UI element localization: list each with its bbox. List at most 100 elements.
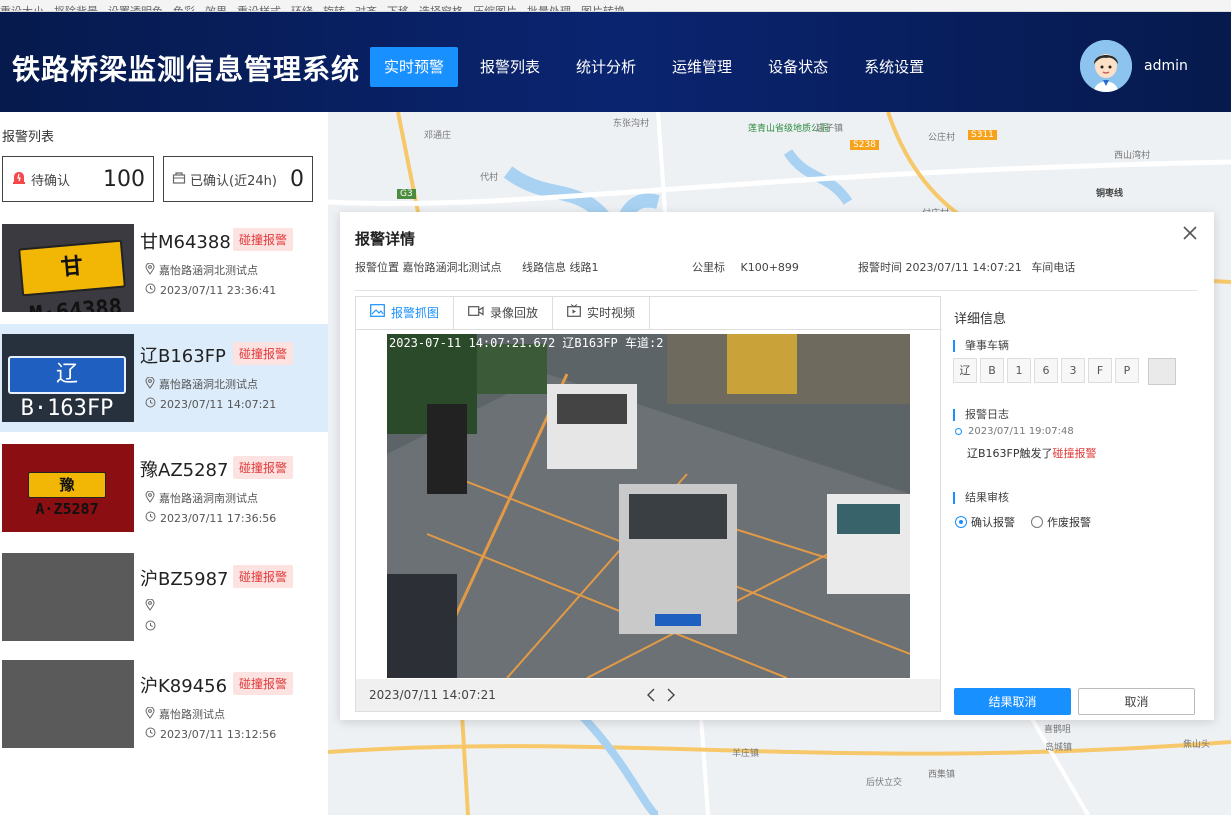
- location-pin-icon: [145, 262, 155, 278]
- cancel-button[interactable]: 取消: [1078, 688, 1195, 715]
- info-line-label: 线路信息: [522, 261, 566, 274]
- info-location: 报警位置 嘉怡路涵洞北测试点: [355, 259, 502, 275]
- chevron-right-icon[interactable]: [664, 685, 678, 705]
- alarm-bell-icon: [11, 169, 27, 189]
- live-tv-icon: [567, 297, 581, 329]
- alarm-type-badge: 碰撞报警: [233, 456, 294, 479]
- map-road-sign: S311: [968, 130, 997, 140]
- alarm-list-item[interactable]: 沪K89456 碰撞报警 嘉怡路测试点 2023/07/11 13:12:56: [0, 658, 328, 766]
- alarm-list-panel: 报警列表 待确认 100 已确认(近24h) 0 甘M·64388 甘M6438…: [0, 112, 328, 815]
- plate-extra-cell[interactable]: [1148, 358, 1176, 385]
- review-radio-group: 确认报警 作废报警: [955, 514, 1091, 530]
- radio-checked-icon: [955, 516, 967, 528]
- map-label: 西集镇: [928, 770, 956, 780]
- alarm-list-item[interactable]: 沪BZ5987 碰撞报警: [0, 551, 328, 659]
- timeline-dot-icon: [955, 428, 962, 435]
- divider: [355, 290, 1197, 291]
- section-vehicle-label: 肇事车辆: [953, 340, 1009, 352]
- plate-image: 豫A·Z5287: [28, 472, 106, 518]
- plate-char-cell[interactable]: 6: [1034, 358, 1058, 383]
- media-tabs: 报警抓图 录像回放 实时视频: [356, 297, 651, 329]
- clock-icon: [145, 283, 156, 297]
- map-label: 西山湾村: [1114, 151, 1151, 161]
- media-timestamp: 2023/07/11 14:07:21: [369, 688, 496, 702]
- info-line-value: 线路1: [569, 261, 599, 274]
- alarm-location: 嘉怡路涵洞南测试点: [145, 490, 258, 506]
- info-time: 报警时间 2023/07/11 14:07:21 车间电话: [858, 259, 1075, 275]
- section-log-label: 报警日志: [953, 409, 1009, 421]
- plate-char-cell[interactable]: 3: [1061, 358, 1085, 383]
- confirmed-count: 0: [290, 166, 304, 192]
- alarm-type-badge: 碰撞报警: [233, 565, 294, 588]
- image-icon: [370, 297, 385, 329]
- plate-char-cell[interactable]: B: [980, 358, 1004, 383]
- alarm-type-badge: 碰撞报警: [233, 342, 294, 365]
- plate-char-cell[interactable]: F: [1088, 358, 1112, 383]
- pending-stat[interactable]: 待确认 100: [2, 156, 154, 202]
- detail-title: 详细信息: [954, 312, 1007, 327]
- media-panel: 报警抓图 录像回放 实时视频 2023-07-11 14:07:21.672 辽…: [355, 296, 942, 712]
- location-pin-icon: [145, 706, 155, 722]
- user-avatar[interactable]: [1080, 40, 1132, 92]
- clock-icon: [145, 727, 156, 741]
- pending-count: 100: [103, 166, 145, 192]
- alarm-type-badge: 碰撞报警: [233, 228, 294, 251]
- nav-device-status[interactable]: 设备状态: [754, 47, 842, 87]
- plate-char-cell[interactable]: P: [1115, 358, 1139, 383]
- radio-label: 确认报警: [971, 516, 1015, 529]
- radio-label: 作废报警: [1047, 516, 1091, 529]
- alarm-list-item[interactable]: 甘M·64388 甘M64388 碰撞报警 嘉怡路涵洞北测试点 2023/07/…: [0, 222, 328, 330]
- main-nav: 实时预警 报警列表 统计分析 运维管理 设备状态 系统设置: [370, 47, 946, 87]
- nav-maintenance[interactable]: 运维管理: [658, 47, 746, 87]
- info-phone-label: 车间电话: [1031, 261, 1076, 274]
- nav-settings[interactable]: 系统设置: [850, 47, 938, 87]
- map-label: 铜枣线: [1096, 189, 1124, 199]
- alarm-plate: 沪BZ5987: [140, 569, 229, 590]
- nav-statistics[interactable]: 统计分析: [562, 47, 650, 87]
- nav-realtime-alert[interactable]: 实时预警: [370, 47, 459, 87]
- alarm-location: [145, 598, 159, 614]
- tab-label: 录像回放: [490, 306, 539, 320]
- alarm-time: 2023/07/11 14:07:21: [145, 397, 276, 411]
- pending-label: 待确认: [31, 173, 71, 189]
- info-line: 线路信息 线路1: [522, 259, 599, 275]
- alarm-snapshot-image[interactable]: 2023-07-11 14:07:21.672 辽B163FP 车道:2: [387, 334, 910, 678]
- alarm-location: 嘉怡路涵洞北测试点: [145, 376, 258, 392]
- dialog-title: 报警详情: [355, 230, 416, 248]
- alarm-time-text: 2023/07/11 17:36:56: [160, 511, 277, 525]
- alarm-location-text: 嘉怡路涵洞北测试点: [159, 264, 258, 277]
- alarm-plate: 甘M64388: [140, 232, 231, 253]
- alarm-location-text: 嘉怡路涵洞北测试点: [159, 378, 258, 391]
- clock-icon: [145, 397, 156, 411]
- plate-image: 甘M·64388: [18, 239, 126, 312]
- radio-confirm-alarm[interactable]: 确认报警: [955, 514, 1015, 530]
- chevron-left-icon[interactable]: [644, 685, 658, 705]
- clock-icon: [145, 620, 156, 634]
- confirm-box-icon: [172, 170, 186, 189]
- tab-video-playback[interactable]: 录像回放: [454, 297, 554, 329]
- vehicle-thumbnail-placeholder: [2, 553, 134, 641]
- alarm-location: 嘉怡路测试点: [145, 706, 225, 722]
- alarm-list-item[interactable]: 豫A·Z5287 豫AZ5287 碰撞报警 嘉怡路涵洞南测试点 2023/07/…: [0, 442, 328, 550]
- plate-char-cell[interactable]: 1: [1007, 358, 1031, 383]
- alarm-plate: 豫AZ5287: [140, 460, 229, 481]
- plate-input-cells: 辽 B 1 6 3 F P: [953, 358, 1176, 385]
- tab-alarm-snapshot[interactable]: 报警抓图: [356, 297, 455, 329]
- nav-alarm-list[interactable]: 报警列表: [466, 47, 554, 87]
- plate-char-cell[interactable]: 辽: [953, 358, 977, 383]
- radio-void-alarm[interactable]: 作废报警: [1031, 514, 1091, 530]
- alarm-time-text: 2023/07/11 14:07:21: [160, 397, 277, 411]
- alarm-time: [145, 620, 160, 634]
- alarm-list-item-selected[interactable]: 辽B·163FP 辽B163FP 碰撞报警 嘉怡路涵洞北测试点 2023/07/…: [0, 324, 328, 432]
- alarm-time-text: 2023/07/11 13:12:56: [160, 727, 277, 741]
- map-label: 喜鹊咀: [1044, 725, 1072, 735]
- username: admin: [1144, 58, 1188, 74]
- section-review-label: 结果审核: [953, 492, 1009, 504]
- location-pin-icon: [145, 376, 155, 392]
- result-cancel-button[interactable]: 结果取消: [954, 688, 1071, 715]
- tab-live-video[interactable]: 实时视频: [553, 297, 651, 329]
- map-label: 岛城镇: [1045, 743, 1073, 753]
- plate-image: 辽B·163FP: [8, 356, 126, 421]
- close-icon[interactable]: [1181, 224, 1199, 242]
- confirmed-stat[interactable]: 已确认(近24h) 0: [163, 156, 313, 202]
